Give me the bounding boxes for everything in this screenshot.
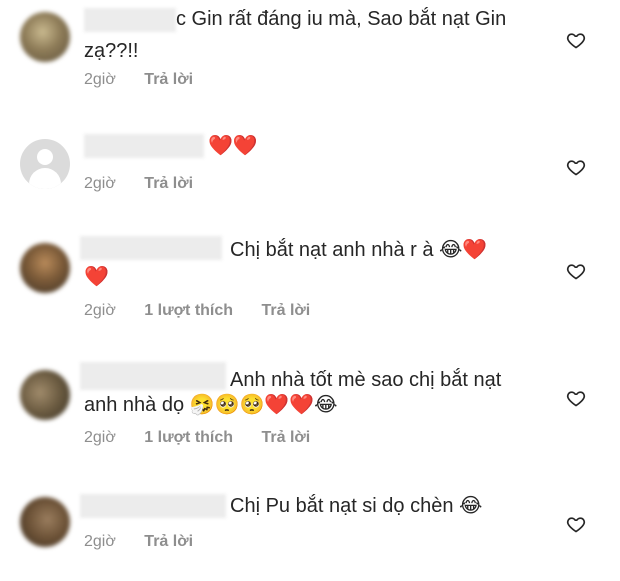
comment-meta: 2giờ Trả lời [84, 533, 217, 551]
comment-text: anh nhà dọ 🤧🥺🥺❤️❤️😂 [84, 394, 338, 416]
username-redacted[interactable] [80, 236, 222, 260]
comment-time: 2giờ [84, 71, 116, 88]
comment-meta: 2giờ Trả lời [84, 175, 217, 193]
username-redacted[interactable] [80, 494, 226, 518]
comment-text: zạ??!! [84, 40, 139, 62]
likes-count-button[interactable]: 1 lượt thích [144, 302, 233, 320]
comment-meta: 2giờ 1 lượt thích Trả lời [84, 302, 334, 320]
avatar-head-shape [37, 149, 53, 165]
reply-button[interactable]: Trả lời [262, 302, 311, 320]
likes-count-button[interactable]: 1 lượt thích [144, 429, 233, 447]
comment-text: ❤️❤️ [208, 135, 258, 157]
reply-button[interactable]: Trả lời [144, 533, 193, 551]
comment-time: 2giờ [84, 302, 116, 319]
comment-meta: 2giờ 1 lượt thích Trả lời [84, 429, 334, 447]
reply-button[interactable]: Trả lời [262, 429, 311, 447]
heart-outline-icon[interactable] [566, 514, 586, 534]
heart-outline-icon[interactable] [566, 30, 586, 50]
avatar[interactable] [20, 497, 70, 547]
comment-time: 2giờ [84, 429, 116, 446]
avatar[interactable] [20, 243, 70, 293]
avatar-body-shape [29, 168, 61, 189]
heart-outline-icon[interactable] [566, 261, 586, 281]
avatar[interactable] [20, 12, 70, 62]
heart-outline-icon[interactable] [566, 157, 586, 177]
comment-text: c Gin rất đáng iu mà, Sao bắt nạt Gin [176, 8, 507, 30]
comment-text: ❤️ [84, 266, 109, 288]
reply-button[interactable]: Trả lời [144, 175, 193, 193]
avatar[interactable] [20, 370, 70, 420]
username-redacted[interactable] [84, 8, 176, 32]
reply-button[interactable]: Trả lời [144, 71, 193, 89]
heart-outline-icon[interactable] [566, 388, 586, 408]
comment-text: Anh nhà tốt mè sao chị bắt nạt [230, 369, 502, 391]
comment-meta: 2giờ Trả lời [84, 71, 217, 89]
comment-text: Chị bắt nạt anh nhà r à 😂❤️ [230, 239, 488, 261]
comment-time: 2giờ [84, 533, 116, 550]
username-redacted[interactable] [80, 362, 226, 390]
comment-time: 2giờ [84, 175, 116, 192]
avatar[interactable] [20, 139, 70, 189]
comment-text: Chị Pu bắt nạt si dọ chèn 😂 [230, 495, 483, 517]
username-redacted[interactable] [84, 134, 204, 158]
